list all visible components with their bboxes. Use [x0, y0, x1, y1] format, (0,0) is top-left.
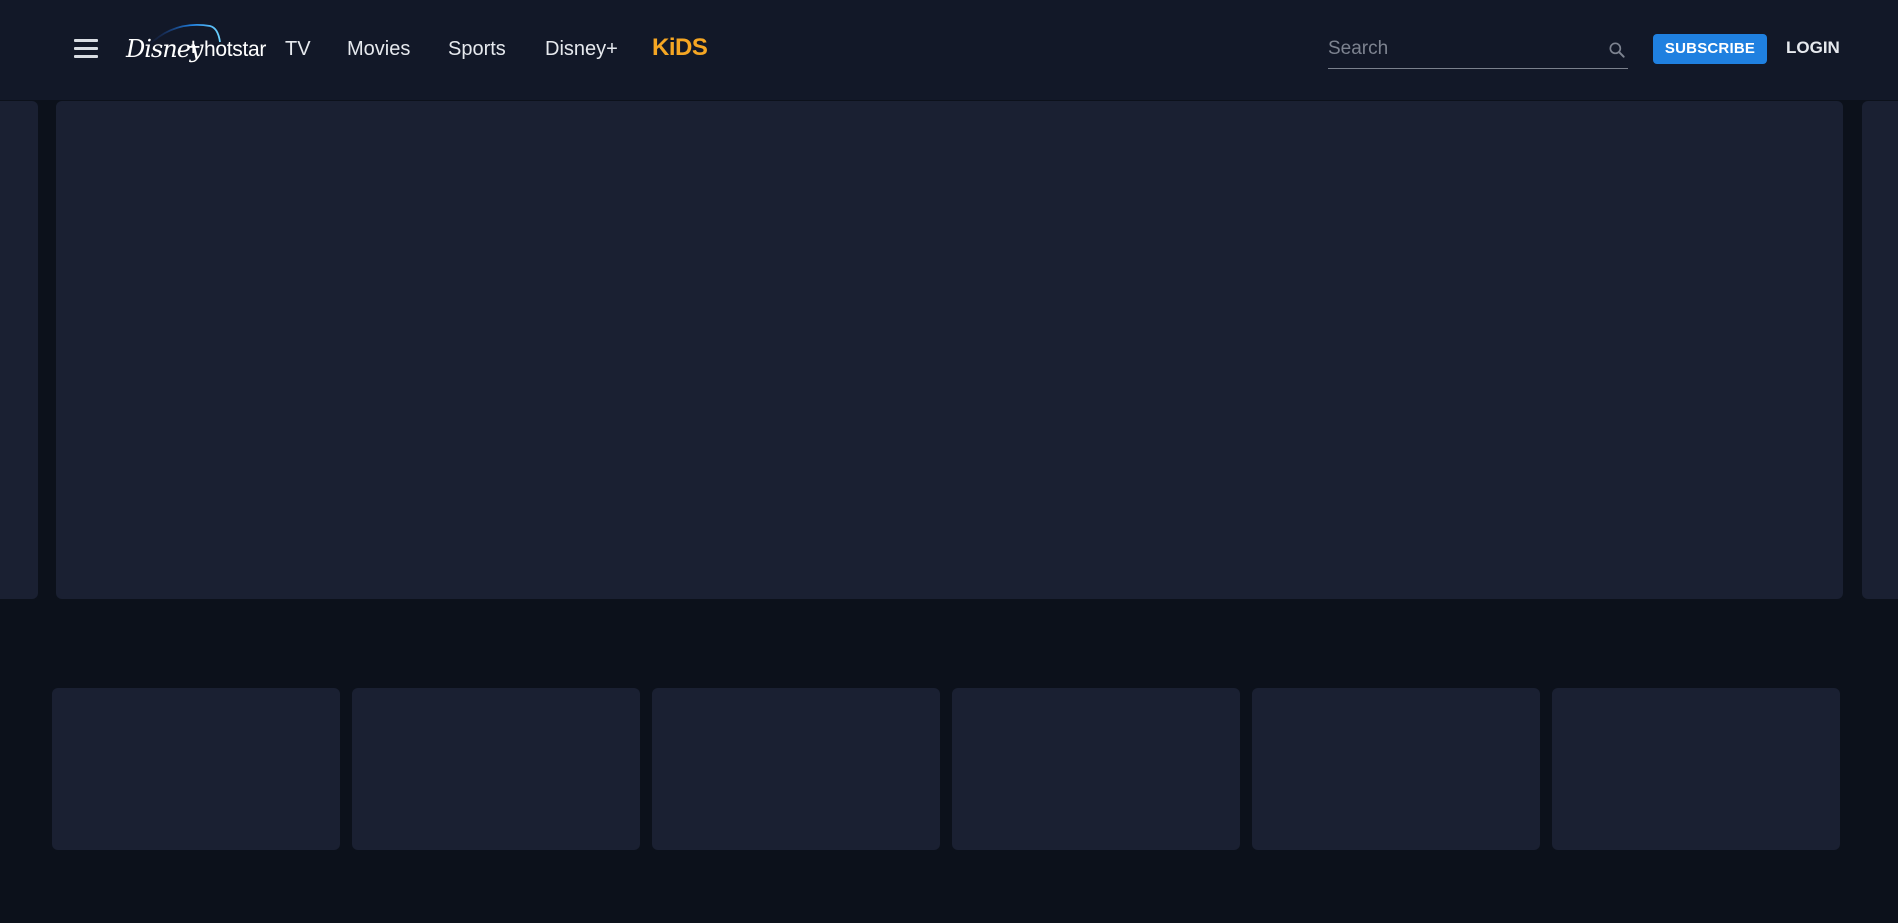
menu-bar-line [74, 39, 98, 42]
hero-carousel-prev-slide[interactable] [0, 101, 38, 599]
hamburger-menu-icon[interactable] [74, 39, 98, 59]
nav-movies[interactable]: Movies [347, 38, 410, 61]
nav-kids[interactable]: KiDS [652, 34, 708, 62]
search-icon[interactable] [1607, 40, 1627, 60]
search-input[interactable] [1328, 36, 1598, 62]
nav-disney-plus[interactable]: Disney+ [545, 38, 618, 61]
menu-bar-line [74, 55, 98, 58]
hero-carousel-next-slide[interactable] [1862, 101, 1898, 599]
logo-hotstar-text: hotstar [204, 38, 267, 61]
content-tile[interactable] [52, 688, 340, 850]
content-tile[interactable] [1252, 688, 1540, 850]
top-header: Disney + hotstar TV Movies Sports Disney… [0, 0, 1898, 100]
content-tile[interactable] [652, 688, 940, 850]
content-tile[interactable] [952, 688, 1240, 850]
menu-bar-line [74, 47, 98, 50]
content-tile[interactable] [352, 688, 640, 850]
login-link[interactable]: LOGIN [1786, 38, 1840, 58]
nav-tv[interactable]: TV [285, 38, 311, 61]
disney-hotstar-logo[interactable]: Disney + hotstar [124, 20, 266, 68]
nav-sports[interactable]: Sports [448, 38, 506, 61]
hero-carousel-slide[interactable] [56, 101, 1843, 599]
logo-plus-text: + [186, 33, 201, 61]
subscribe-button[interactable]: SUBSCRIBE [1653, 34, 1767, 64]
search-box [1328, 32, 1628, 69]
content-tile[interactable] [1552, 688, 1840, 850]
